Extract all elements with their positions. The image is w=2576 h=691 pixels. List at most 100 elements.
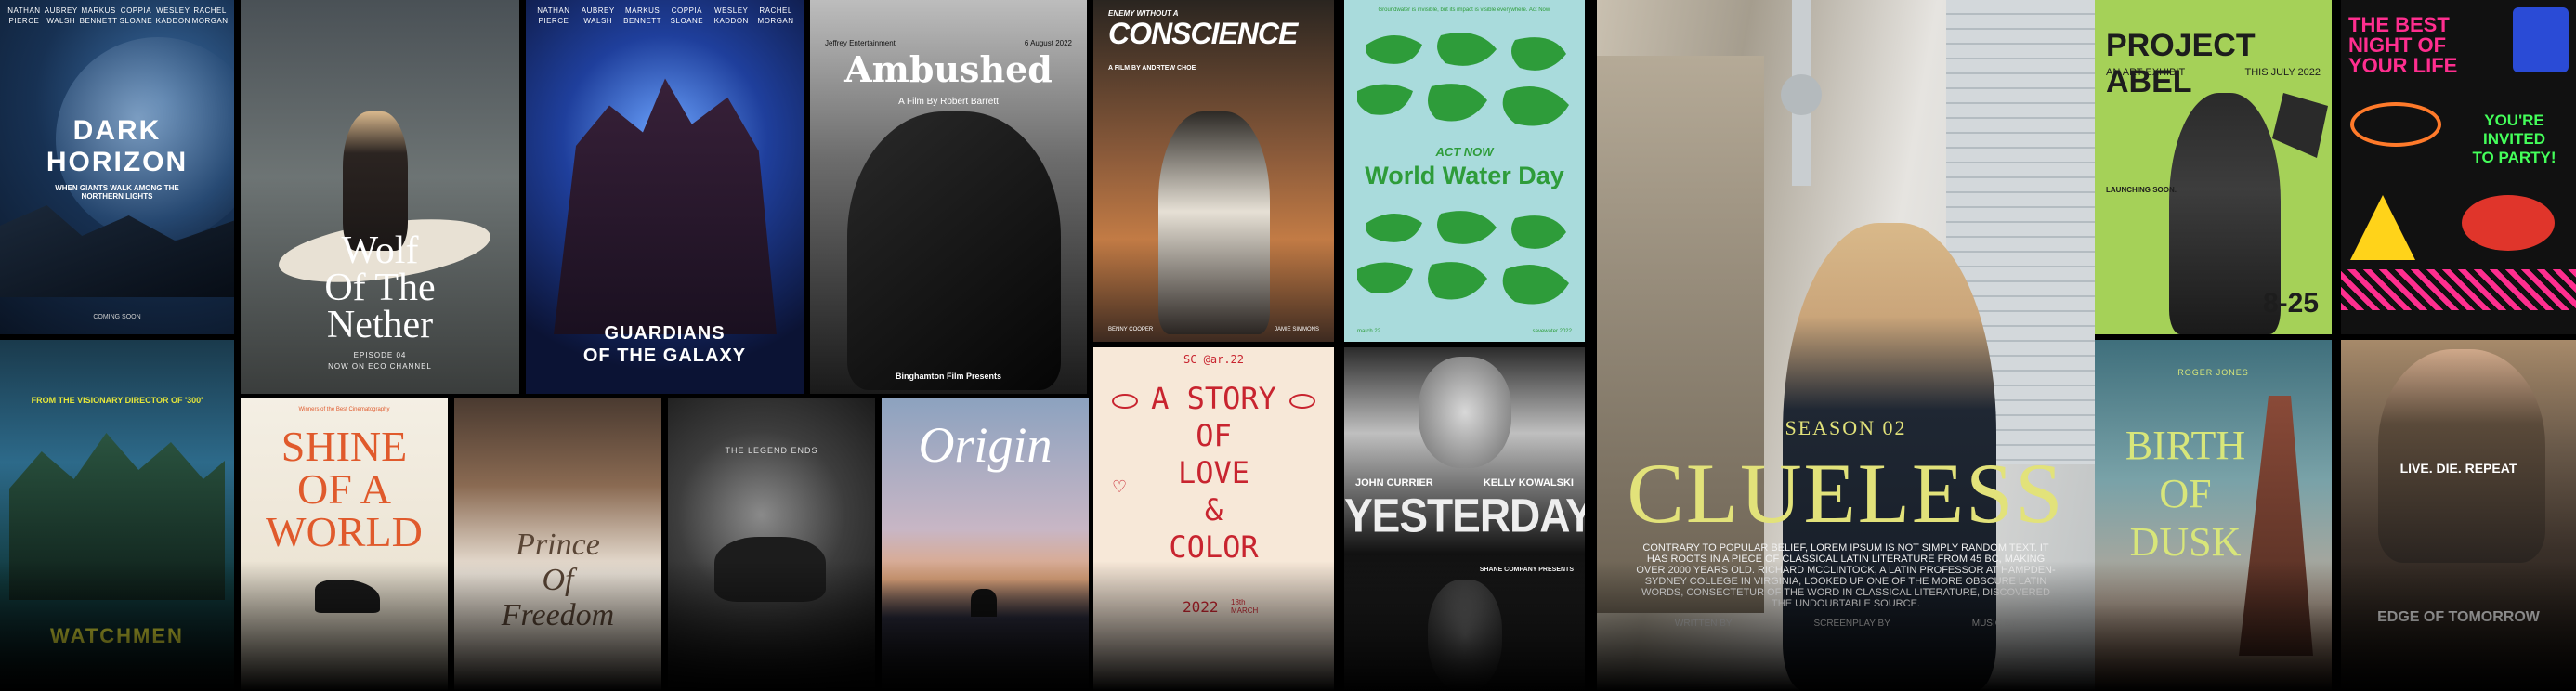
poster-title: Ambushed [844, 48, 1053, 90]
credit-left: BENNY COOPER [1108, 327, 1154, 332]
credit-heading: MUSIC BY [1971, 619, 2018, 629]
poster-title: OF THE GALAXY [582, 346, 747, 366]
glasses-icon [2350, 102, 2441, 147]
company-label: Jeffrey Entertainment [825, 39, 896, 47]
credit-name: Markus Bennett [623, 7, 661, 25]
poster-shine-of-a-world[interactable]: Winners of the Best Cinematography SHINE… [241, 398, 448, 691]
year-label: 2022 [1183, 598, 1219, 616]
poster-ambushed[interactable]: Jeffrey Entertainment 6 August 2022 Ambu… [810, 0, 1087, 394]
actor-name: KELLY KOWALSKI [1483, 477, 1574, 489]
poster-title: & [1204, 492, 1223, 528]
launching-label: LAUNCHING SOON. [2106, 186, 2177, 194]
poster-title: DUSK [2129, 519, 2242, 565]
award-text: Winners of the Best Cinematography [298, 407, 390, 412]
credit-name: Aubrey Walsh [44, 7, 78, 25]
poster-clueless[interactable]: SEASON 02 CLUELESS CONTRARY TO POPULAR B… [1597, 0, 2095, 691]
dates-label: 8-25 [2262, 288, 2319, 319]
credit-name: Nathan Pierce [537, 7, 570, 25]
water-footer-left: march 22 [1357, 329, 1381, 334]
presents-label: SHANE COMPANY PRESENTS [1479, 567, 1574, 573]
poster-title: OF [1196, 418, 1232, 453]
byline: A FILM BY ANDRTEW CHOE [1108, 65, 1196, 72]
poster-title: Prince [516, 528, 600, 562]
poster-title: NIGHT OF [2348, 33, 2447, 57]
mask-graphic [714, 537, 826, 602]
poster-birth-of-dusk[interactable]: ROGER JONES BIRTH OF DUSK [2095, 340, 2332, 691]
season-label: SEASON 02 [1785, 416, 1907, 439]
couple-silhouette [971, 589, 997, 617]
poster-title: OF [2159, 471, 2212, 516]
eye-icon [1112, 394, 1138, 409]
date-label: 18th MARCH [1231, 598, 1259, 615]
poster-title: BIRTH [2125, 423, 2246, 468]
credit-name: Rachel Morgan [191, 7, 229, 25]
credit-right: JAMIE SIMMONS [1274, 327, 1319, 332]
eye-icon [1289, 394, 1315, 409]
poster-title: HORIZON [46, 147, 189, 177]
poster-title: PROJECT ABEL [2106, 28, 2256, 99]
invite-text: TO PARTY! [2472, 149, 2556, 166]
poster-title: Of [542, 563, 574, 597]
date-label: 6 August 2022 [1024, 39, 1072, 47]
credit-name: Wesley Kaddon [713, 7, 749, 25]
poster-title: THE BEST [2348, 13, 2450, 36]
poster-prince-of-freedom[interactable]: Prince Of Freedom [454, 398, 661, 691]
poster-title: CLUELESS [1627, 446, 2065, 541]
poster-edge-of-tomorrow[interactable]: LIVE. DIE. REPEAT EDGE OF TOMORROW [2341, 340, 2576, 691]
poster-tagline: LIVE. DIE. REPEAT [2399, 461, 2517, 476]
lips-icon [2462, 195, 2555, 251]
poster-conscience[interactable]: ENEMY WITHOUT A CONSCIENCE A FILM BY AND… [1093, 0, 1334, 342]
poster-title: Origin [918, 417, 1053, 473]
credit-name: Aubrey Walsh [581, 7, 615, 25]
soldier-graphic [2378, 349, 2545, 563]
poster-title: YESTERDAY [1344, 489, 1585, 542]
heart-icon: ♡ [1112, 477, 1128, 496]
poster-title: Nether [326, 304, 434, 346]
poster-title: WORLD [266, 508, 423, 555]
poster-origin[interactable]: Origin [882, 398, 1089, 691]
credit-name: Rachel Morgan [757, 7, 794, 25]
water-pattern-bottom [1357, 211, 1569, 305]
poster-story-of-love-and-color[interactable]: SC @ar.22 A STORY OF LOVE & COLOR ♡ 2022… [1093, 347, 1334, 691]
credit-name: Wesley Kaddon [155, 7, 190, 25]
credit-name: Markus Bennett [79, 7, 118, 25]
poster-the-legend-ends[interactable]: THE LEGEND ENDS [668, 398, 875, 691]
water-footer-right: savewater 2022 [1532, 329, 1572, 334]
credit-heading: WRITTEN BY [1674, 619, 1733, 629]
poster-yesterday[interactable]: JOHN CURRIER KELLY KOWALSKI YESTERDAY SH… [1344, 347, 1585, 691]
poster-project-abel[interactable]: PROJECT ABEL AN ART EXHIBIT THIS JULY 20… [2095, 0, 2332, 334]
poster-title: THE LEGEND ENDS [725, 446, 818, 455]
poster-watchmen[interactable]: FROM THE VISIONARY DIRECTOR OF '300' WAT… [0, 340, 234, 691]
poster-footer: COMING SOON [93, 314, 141, 320]
byline: A Film By Robert Barrett [898, 97, 999, 107]
couple-graphic [1158, 111, 1270, 334]
rock-graphic [2272, 93, 2328, 158]
poster-title: WATCHMEN [50, 624, 184, 647]
poster-tagline: WHEN GIANTS WALK AMONG THE NORTHERN LIGH… [55, 184, 179, 201]
poster-title: World Water Day [1365, 162, 1564, 189]
poster-guardians-of-the-galaxy[interactable]: Nathan Pierce Aubrey Walsh Markus Bennet… [526, 0, 804, 394]
poster-title: EDGE OF TOMORROW [2377, 609, 2540, 625]
actor-name: JOHN CURRIER [1355, 477, 1433, 489]
subtitle: AN ART EXHIBIT [2106, 67, 2186, 78]
poster-title: DARK [72, 115, 162, 146]
credit-heading: SCREENPLAY BY [1813, 619, 1890, 629]
water-pattern-top [1357, 33, 1569, 126]
presents-label: Binghamton Film Presents [895, 372, 1002, 381]
poster-title: YOUR LIFE [2348, 54, 2458, 77]
date-label: THIS JULY 2022 [2244, 67, 2321, 78]
invite-text: YOU'RE [2484, 111, 2544, 129]
pyramid-eye-icon [2350, 195, 2415, 260]
tower-pod-graphic [1781, 74, 1822, 115]
poster-dark-horizon[interactable]: Nathan Pierce Aubrey Walsh Markus Bennet… [0, 0, 234, 334]
episode-label: EPISODE 04 [353, 351, 407, 359]
water-top-text: Groundwater is invisible, but its impact… [1378, 7, 1551, 13]
poster-world-water-day[interactable]: Groundwater is invisible, but its impact… [1344, 0, 1585, 342]
credit-name: Coppia Sloane [670, 7, 704, 25]
poster-best-night-party[interactable]: THE BEST NIGHT OF YOUR LIFE YOU'RE INVIT… [2341, 0, 2576, 334]
invite-text: INVITED [2482, 130, 2546, 148]
poster-wolf-of-the-nether[interactable]: Wolf Of The Nether EPISODE 04 NOW ON ECO… [241, 0, 519, 394]
poster-title: Freedom [501, 598, 615, 632]
poster-title: COLOR [1169, 529, 1259, 565]
poster-title: LOVE [1177, 455, 1250, 490]
